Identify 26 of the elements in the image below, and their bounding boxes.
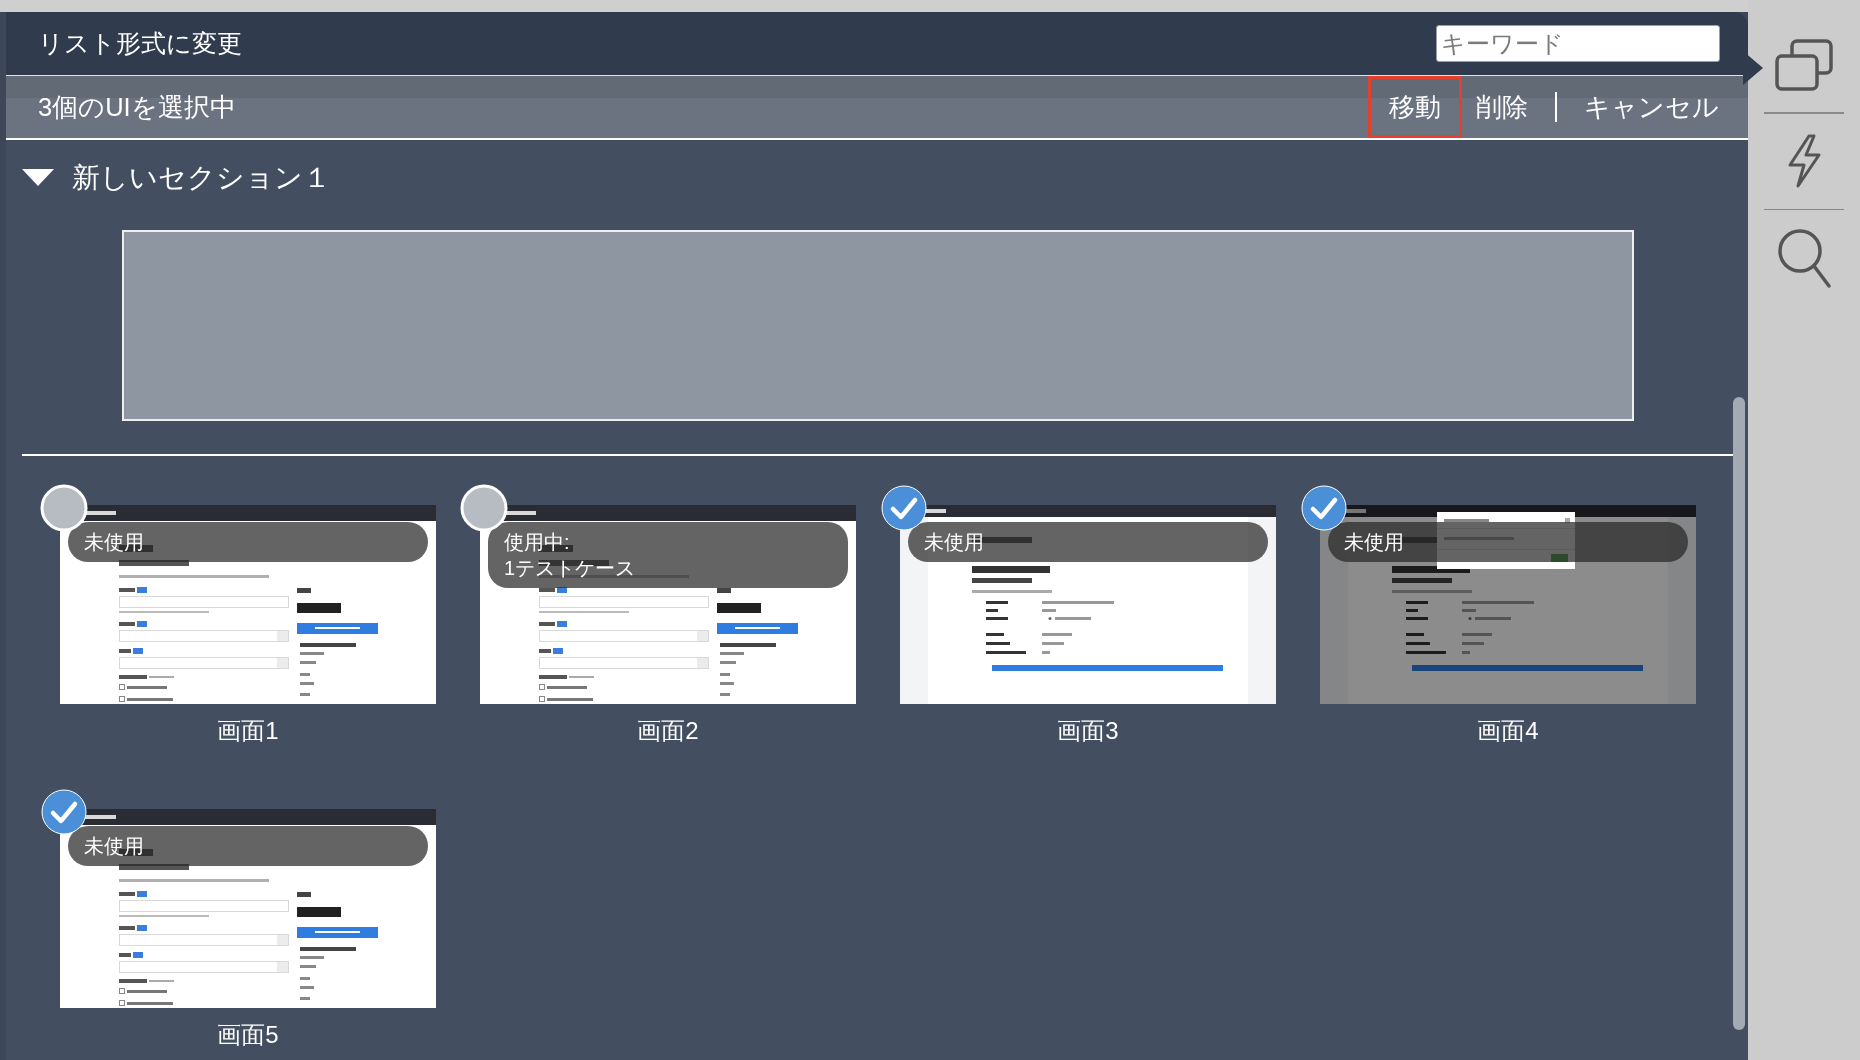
select-checkbox[interactable] <box>40 788 88 836</box>
selection-count-text: 3個のUIを選択中 <box>38 91 236 123</box>
action-button[interactable]: キャンセル <box>1570 76 1733 138</box>
keyword-search-field[interactable]: キーワード <box>1436 25 1720 62</box>
status-badge: 未使用 <box>1328 522 1688 562</box>
screen-name[interactable]: 画面3 <box>1057 716 1119 746</box>
screen-name[interactable]: 画面1 <box>217 716 279 746</box>
status-badge: 未使用 <box>68 826 428 866</box>
section-title: 新しいセクション１ <box>72 161 331 195</box>
scrollbar-thumb[interactable] <box>1733 397 1745 1030</box>
select-checkbox[interactable] <box>1300 484 1348 532</box>
windows-icon[interactable] <box>1774 37 1834 92</box>
select-checkbox[interactable] <box>40 484 88 532</box>
screen-name[interactable]: 画面2 <box>637 716 699 746</box>
select-checkbox[interactable] <box>880 484 928 532</box>
collapse-triangle-icon[interactable] <box>22 169 54 187</box>
status-badge: 使用中: 1テストケース <box>488 522 848 588</box>
screen-name[interactable]: 画面5 <box>217 1020 279 1050</box>
action-button[interactable]: 移動 <box>1368 76 1462 138</box>
select-checkbox[interactable] <box>460 484 508 532</box>
status-badge: 未使用 <box>908 522 1268 562</box>
panel-title[interactable]: リスト形式に変更 <box>38 27 242 60</box>
screen-name[interactable]: 画面4 <box>1477 716 1539 746</box>
status-badge: 未使用 <box>68 522 428 562</box>
action-button[interactable]: 削除 <box>1462 76 1542 138</box>
search-icon[interactable] <box>1776 226 1832 289</box>
